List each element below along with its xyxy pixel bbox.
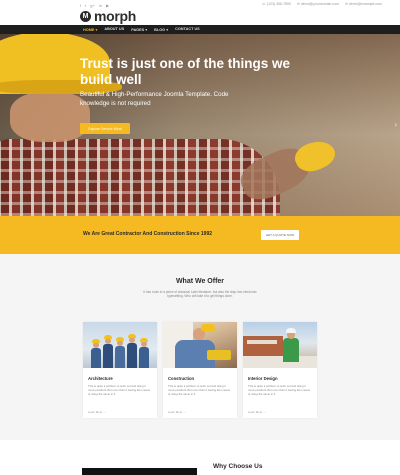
nav-item-pages[interactable]: PAGES ▾ bbox=[131, 27, 147, 32]
card-text: This is quite a problem to work out and … bbox=[88, 384, 150, 396]
why-choose-us-title: Why Choose Us bbox=[213, 463, 263, 470]
hero-image-head bbox=[10, 92, 90, 142]
section-title: What We Offer bbox=[175, 278, 225, 285]
hero-image-shirt-pattern bbox=[0, 139, 280, 216]
card-title: Construction bbox=[168, 376, 195, 381]
top-bar: f t g+ in ▶ M morph ☏ (123) 456-7890 ✉ d… bbox=[0, 0, 400, 26]
card-title: Architecture bbox=[88, 376, 113, 381]
nav-item-about[interactable]: ABOUT US bbox=[104, 27, 124, 32]
site-logo[interactable]: M morph bbox=[80, 8, 136, 24]
service-card-construction[interactable]: Construction This is quite a problem to … bbox=[163, 322, 237, 418]
learn-more-link[interactable]: Learn More → bbox=[168, 410, 186, 414]
nav-item-contact[interactable]: CONTACT US bbox=[175, 27, 200, 32]
section-description: It has roots in a piece of classical Lat… bbox=[143, 290, 257, 299]
contact-info: ☏ (123) 456-7890 ✉ demo@yourdomain.com ✉… bbox=[262, 2, 382, 6]
service-card-architecture[interactable]: Architecture This is quite a problem to … bbox=[83, 322, 157, 418]
email-contact[interactable]: ✉ demo@yourdomain.com bbox=[297, 2, 339, 6]
card-text: This is quite a problem to work out and … bbox=[248, 384, 310, 396]
card-text: This is quite a problem to work out and … bbox=[168, 384, 230, 396]
brand-name: morph bbox=[94, 8, 137, 24]
hero-subtitle: Beautiful & High-Performance Joomla Temp… bbox=[80, 91, 229, 107]
service-card-interior-design[interactable]: Interior Design This is quite a problem … bbox=[243, 322, 317, 418]
card-title: Interior Design bbox=[248, 376, 278, 381]
explore-service-button[interactable]: Explore Service Work bbox=[80, 123, 130, 134]
chevron-right-icon[interactable]: › bbox=[394, 120, 397, 129]
cta-band-text: We Are Great Contractor And Construction… bbox=[83, 231, 213, 237]
get-quote-button[interactable]: GET A QUOTE NOW bbox=[261, 230, 299, 240]
learn-more-link[interactable]: Learn More → bbox=[88, 410, 106, 414]
nav-item-home[interactable]: HOME ▾ bbox=[83, 27, 97, 32]
cta-band: We Are Great Contractor And Construction… bbox=[0, 216, 400, 254]
hero-title: Trust is just one of the things we build… bbox=[80, 56, 291, 87]
main-nav: HOME ▾ ABOUT US PAGES ▾ BLOG ▾ CONTACT U… bbox=[0, 25, 400, 34]
interior-design-image bbox=[243, 322, 317, 368]
logo-mark-icon: M bbox=[80, 10, 91, 22]
nav-item-blog[interactable]: BLOG ▾ bbox=[154, 27, 168, 32]
phone-contact[interactable]: ☏ (123) 456-7890 bbox=[262, 2, 291, 6]
why-image-block bbox=[82, 468, 197, 475]
email-contact-secondary[interactable]: ✉ demo@example.com bbox=[345, 2, 382, 6]
learn-more-link[interactable]: Learn More → bbox=[248, 410, 266, 414]
architecture-image bbox=[83, 322, 157, 368]
construction-image bbox=[163, 322, 237, 368]
